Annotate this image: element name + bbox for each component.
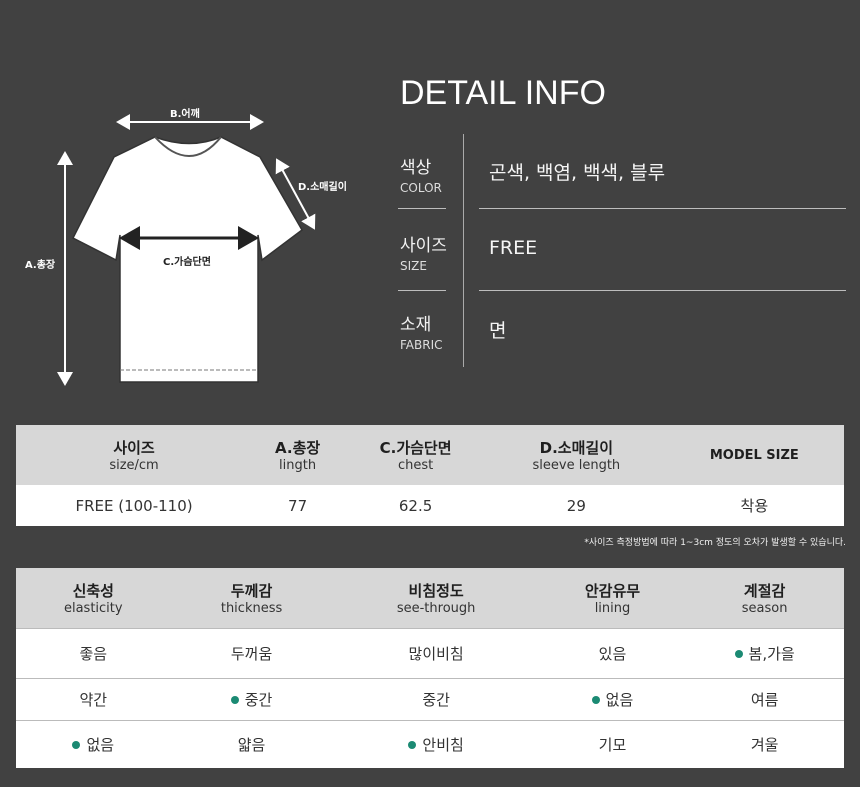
table-cell: 좋음 [16, 627, 171, 678]
table-cell: 있음 [539, 627, 686, 678]
table-cell: 봄,가을 [685, 627, 844, 678]
column-header: 계절감 season [685, 568, 844, 628]
label-chest: C.가슴단면 [163, 257, 211, 268]
column-header: 안감유무 lining [539, 568, 686, 628]
cell-text: 기모 [598, 735, 627, 754]
cell-text: 약간 [79, 690, 108, 709]
table-cell: 얇음 [170, 719, 333, 768]
divider [463, 134, 464, 367]
cell-text: 여름 [750, 690, 779, 709]
label-sleeve: D.소매길이 [298, 182, 347, 193]
size-table: 사이즈 size/cm A.총장 lingth C.가슴단면 chest D.소매길이 sle… [16, 425, 844, 526]
table-cell: 중간 [332, 677, 540, 720]
tshirt-diagram [57, 114, 316, 386]
divider [479, 290, 846, 291]
table-cell: 없음 [16, 719, 171, 768]
column-header: MODEL SIZE [664, 425, 844, 485]
divider [479, 208, 846, 209]
detail-value-fabric: 면 [489, 320, 507, 342]
table-cell: 77 [252, 485, 344, 526]
selected-dot-icon [734, 650, 743, 658]
detail-label-color: 색상 COLOR [400, 158, 442, 195]
table-row: FREE (100-110) 77 62.5 29 착용 [16, 485, 844, 526]
feature-table: 신축성 elasticity 두께감 thickness 비침정도 see-through… [16, 568, 844, 768]
column-header: 두께감 thickness [170, 568, 333, 628]
column-header: C.가슴단면 chest [343, 425, 489, 485]
selected-dot-icon [408, 741, 417, 750]
table-cell: 없음 [539, 677, 686, 720]
detail-label-size: 사이즈 SIZE [400, 236, 447, 273]
column-header: A.총장 lingth [252, 425, 344, 485]
detail-title: DETAIL INFO [400, 74, 606, 112]
selected-dot-icon [230, 696, 239, 704]
table-row: 약간 중간 중간 없음 여름 [16, 677, 844, 720]
label-length: A.총장 [25, 260, 56, 271]
table-row: 좋음 두꺼움 많이비침 있음 봄,가을 [16, 627, 844, 678]
column-header: 사이즈 size/cm [16, 425, 253, 485]
table-row: 없음 얇음 안비침 기모 겨울 [16, 719, 844, 768]
cell-text: 겨울 [750, 735, 779, 754]
cell-text: 많이비침 [408, 644, 464, 663]
label-shoulder: B.어깨 [170, 109, 200, 120]
detail-label-fabric: 소재 FABRIC [400, 315, 443, 352]
table-cell: 62.5 [343, 485, 489, 526]
detail-value-size: FREE [489, 237, 538, 259]
cell-text: 중간 [244, 690, 273, 709]
table-cell: 여름 [685, 677, 844, 720]
cell-text: 안비침 [422, 735, 464, 754]
table-cell: 중간 [170, 677, 333, 720]
cell-text: 없음 [605, 690, 634, 709]
cell-text: 두꺼움 [230, 644, 273, 663]
table-cell: 29 [488, 485, 665, 526]
cell-text: 좋음 [79, 644, 108, 663]
table-cell: 두꺼움 [170, 627, 333, 678]
cell-text: 얇음 [237, 735, 266, 754]
divider [398, 208, 446, 209]
table-cell: 안비침 [332, 719, 540, 768]
column-header: 신축성 elasticity [16, 568, 171, 628]
selected-dot-icon [591, 696, 600, 704]
detail-value-color: 곤색, 백염, 백색, 블루 [489, 162, 666, 184]
selected-dot-icon [72, 741, 81, 750]
cell-text: 없음 [86, 735, 115, 754]
column-header: 비침정도 see-through [332, 568, 540, 628]
table-cell: 약간 [16, 677, 171, 720]
table-cell: FREE (100-110) [16, 485, 253, 526]
size-note: *사이즈 측정방법에 따라 1~3cm 정도의 오차가 발생할 수 있습니다. [584, 538, 846, 548]
table-cell: 겨울 [685, 719, 844, 768]
table-cell: 착용 [664, 485, 844, 526]
cell-text: 있음 [598, 644, 627, 663]
table-cell: 많이비침 [332, 627, 540, 678]
column-header: D.소매길이 sleeve length [488, 425, 665, 485]
table-cell: 기모 [539, 719, 686, 768]
cell-text: 중간 [422, 690, 450, 709]
cell-text: 봄,가을 [748, 644, 795, 663]
divider [398, 290, 446, 291]
